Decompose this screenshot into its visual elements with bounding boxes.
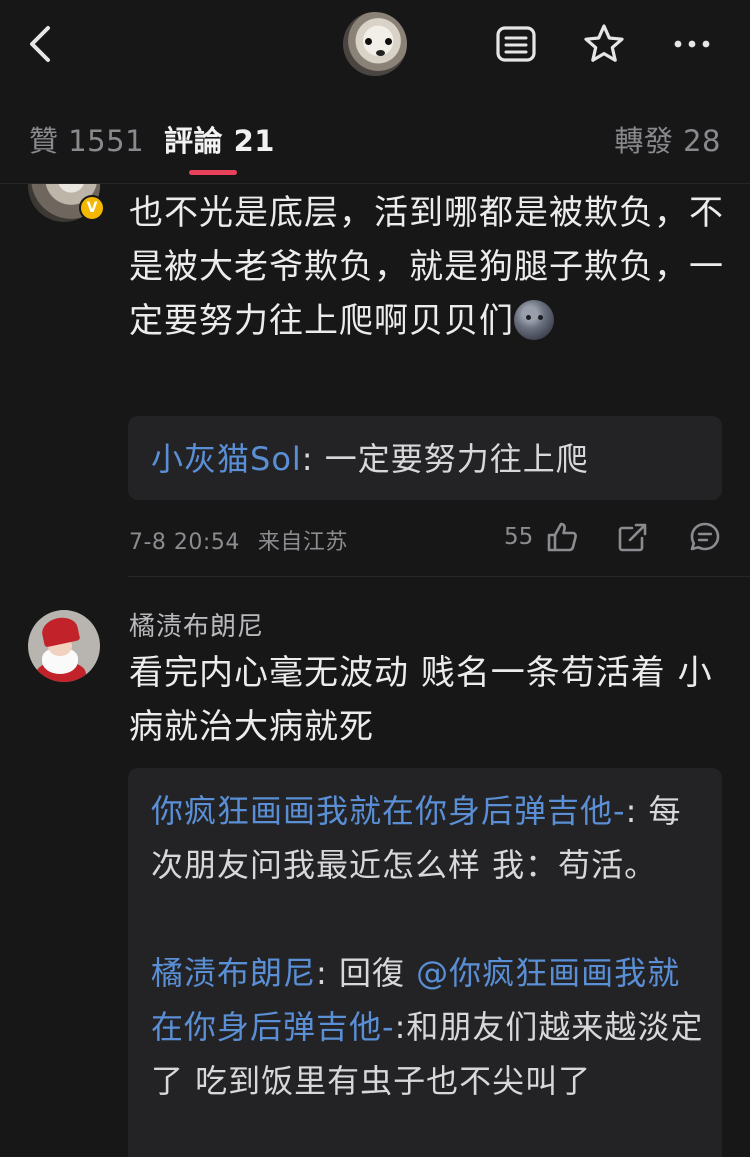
reply-separator: : 回復 [316,954,417,992]
commenter-username[interactable]: 橘渍布朗尼 [129,606,264,643]
star-icon[interactable] [582,22,626,66]
reply-author-link[interactable]: 小灰猫Sol [151,440,302,478]
comment-body: 也不光是底层，活到哪都是被欺负，不是被大老爷欺负，就是狗腿子欺负，一定要努力往上… [129,193,724,341]
reply-separator: : [625,792,649,830]
reply-preview-box[interactable]: 你疯狂画画我就在你身后弹吉他-: 每次朋友问我最近怎么样 我：苟活。 橘渍布朗尼… [128,768,722,1157]
reply-line: 橘渍布朗尼: 回復 @你疯狂画画我就在你身后弹吉他-:和朋友们越来越淡定了 吃到… [151,946,706,1108]
tab-bar: 贊 1551 評論 21 轉發 28 [0,88,750,184]
tab-comments[interactable]: 評論 21 [164,118,275,160]
top-navigation-bar [0,0,750,88]
thumbs-up-icon[interactable] [545,520,579,554]
author-avatar[interactable] [343,12,407,76]
comment-time: 7-8 20:54 [129,530,240,555]
verified-badge: V [79,195,105,221]
reply-separator: : [301,440,325,478]
commenter-avatar[interactable] [28,610,100,682]
reply-preview-box[interactable]: 小灰猫Sol: 一定要努力往上爬 [128,416,722,500]
comment-divider [128,576,750,577]
reply-author-link[interactable]: 你疯狂画画我就在你身后弹吉他- [151,792,626,830]
reply-text: 一定要努力往上爬 [324,440,589,478]
comment-text[interactable]: 也不光是底层，活到哪都是被欺负，不是被大老爷欺负，就是狗腿子欺负，一定要努力往上… [129,186,729,348]
comment-meta: 7-8 20:54 来自江苏 [129,524,348,556]
list-icon[interactable] [494,22,538,66]
chevron-left-icon[interactable] [22,22,62,66]
comment-text[interactable]: 看完内心毫无波动 贱名一条苟活着 小病就治大病就死 [129,646,729,754]
like-count: 55 [504,524,534,550]
reply-author-link[interactable]: 橘渍布朗尼 [151,954,316,992]
new-moon-emoji-icon [514,300,554,340]
active-tab-indicator [189,170,237,175]
more-icon[interactable] [670,22,714,66]
reply-line: 你疯狂画画我就在你身后弹吉他-: 每次朋友问我最近怎么样 我：苟活。 [151,784,706,892]
tab-reposts[interactable]: 轉發 28 [614,118,721,160]
share-icon[interactable] [616,520,650,554]
reply-line: 小灰猫Sol: 一定要努力往上爬 [151,432,706,486]
tab-likes[interactable]: 贊 1551 [29,118,144,160]
comment-icon[interactable] [688,520,722,554]
comment-region: 来自江苏 [257,530,348,555]
